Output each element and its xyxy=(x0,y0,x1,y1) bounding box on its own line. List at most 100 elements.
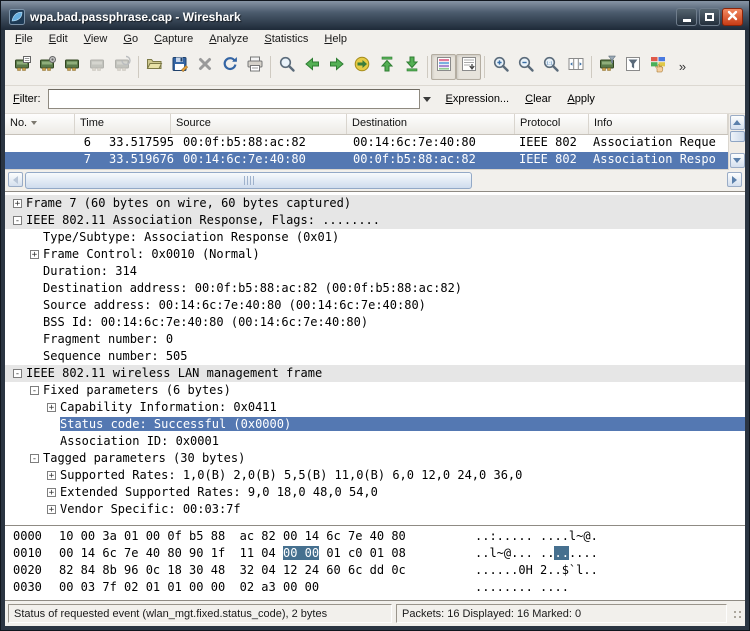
menu-analyze[interactable]: Analyze xyxy=(201,31,256,47)
clear-button[interactable]: Clear xyxy=(520,91,556,107)
find-packet-button[interactable] xyxy=(274,54,299,80)
menu-file[interactable]: File xyxy=(7,31,41,47)
tree-row[interactable]: +Capability Information: 0x0411 xyxy=(5,399,745,416)
column-header-source[interactable]: Source xyxy=(171,114,347,134)
tree-row[interactable]: Fragment number: 0 xyxy=(5,331,745,348)
expander-minus-icon[interactable]: - xyxy=(13,216,22,225)
tree-row[interactable]: -Tagged parameters (30 bytes) xyxy=(5,450,745,467)
column-header-no[interactable]: No. xyxy=(5,114,75,134)
tree-row[interactable]: +Extended Supported Rates: 9,0 18,0 48,0… xyxy=(5,484,745,501)
list-interfaces-button[interactable] xyxy=(10,54,35,80)
expander-plus-icon[interactable]: + xyxy=(47,505,56,514)
expander-plus-icon[interactable]: + xyxy=(13,199,22,208)
vertical-scroll-thumb[interactable] xyxy=(730,131,745,142)
column-header-time[interactable]: Time xyxy=(75,114,171,134)
capture-stop-button[interactable] xyxy=(85,54,110,80)
go-back-button[interactable] xyxy=(299,54,324,80)
capture-restart-button[interactable] xyxy=(110,54,135,80)
tree-row[interactable]: +Vendor Specific: 00:03:7f xyxy=(5,501,745,518)
menu-view[interactable]: View xyxy=(76,31,116,47)
filter-input[interactable] xyxy=(48,89,420,109)
close-button[interactable] xyxy=(722,8,743,26)
coloring-rules-button[interactable] xyxy=(645,54,670,80)
toolbar-overflow-button[interactable]: » xyxy=(670,54,695,80)
hex-row[interactable]: 003000 03 7f 02 01 01 00 00 02 a3 00 00.… xyxy=(13,580,745,597)
main-toolbar: 1:1 » xyxy=(5,49,745,86)
filter-button[interactable]: Filter: xyxy=(11,91,45,107)
tree-row[interactable]: +Frame Control: 0x0010 (Normal) xyxy=(5,246,745,263)
expander-plus-icon[interactable]: + xyxy=(47,488,56,497)
expander-minus-icon[interactable]: - xyxy=(13,369,22,378)
tree-row[interactable]: Sequence number: 505 xyxy=(5,348,745,365)
zoom-100-button[interactable]: 1:1 xyxy=(538,54,563,80)
open-file-button[interactable] xyxy=(142,54,167,80)
tree-row[interactable]: Destination address: 00:0f:b5:88:ac:82 (… xyxy=(5,280,745,297)
resize-columns-button[interactable] xyxy=(563,54,588,80)
hex-row[interactable]: 001000 14 6c 7e 40 80 90 1f 11 04 00 00 … xyxy=(13,546,745,563)
expander-plus-icon[interactable]: + xyxy=(47,403,56,412)
scroll-right-button[interactable] xyxy=(727,172,742,187)
expander-plus-icon[interactable]: + xyxy=(47,471,56,480)
tree-row[interactable]: -IEEE 802.11 Association Response, Flags… xyxy=(5,212,745,229)
tree-row[interactable]: Source address: 00:14:6c:7e:40:80 (00:14… xyxy=(5,297,745,314)
packet-row[interactable]: 633.51759500:0f:b5:88:ac:8200:14:6c:7e:4… xyxy=(5,135,728,152)
column-header-protocol[interactable]: Protocol xyxy=(515,114,589,134)
expander-minus-icon[interactable]: - xyxy=(30,454,39,463)
scroll-down-button[interactable] xyxy=(730,153,745,168)
packet-list-horizontal-scrollbar[interactable] xyxy=(5,170,745,191)
cell-source: 00:0f:b5:88:ac:82 xyxy=(183,135,306,149)
reload-button[interactable] xyxy=(217,54,242,80)
close-file-button[interactable] xyxy=(192,54,217,80)
open-folder-icon xyxy=(146,55,164,78)
tree-row[interactable]: +Supported Rates: 1,0(B) 2,0(B) 5,5(B) 1… xyxy=(5,467,745,484)
expander-minus-icon[interactable]: - xyxy=(30,386,39,395)
tree-row[interactable]: Type/Subtype: Association Response (0x01… xyxy=(5,229,745,246)
tree-row[interactable]: -Fixed parameters (6 bytes) xyxy=(5,382,745,399)
zoom-in-button[interactable] xyxy=(488,54,513,80)
apply-button[interactable]: Apply xyxy=(562,91,600,107)
menu-edit[interactable]: Edit xyxy=(41,31,76,47)
zoom-out-button[interactable] xyxy=(513,54,538,80)
expander-plus-icon[interactable]: + xyxy=(30,250,39,259)
maximize-button[interactable] xyxy=(699,8,720,26)
tree-row[interactable]: Association ID: 0x0001 xyxy=(5,433,745,450)
packet-row[interactable]: 733.51967600:14:6c:7e:40:8000:0f:b5:88:a… xyxy=(5,152,728,169)
column-label: No. xyxy=(10,117,27,129)
tree-row[interactable]: Status code: Successful (0x0000) xyxy=(5,416,745,433)
horizontal-scroll-thumb[interactable] xyxy=(25,172,472,189)
go-to-bottom-button[interactable] xyxy=(399,54,424,80)
minimize-button[interactable] xyxy=(676,8,697,26)
tree-row[interactable]: BSS Id: 00:14:6c:7e:40:80 (00:14:6c:7e:4… xyxy=(5,314,745,331)
packet-list-vertical-scrollbar[interactable] xyxy=(728,114,745,170)
go-to-packet-button[interactable] xyxy=(349,54,374,80)
go-forward-button[interactable] xyxy=(324,54,349,80)
column-header-info[interactable]: Info xyxy=(589,114,728,134)
colorize-toggle[interactable] xyxy=(431,54,456,80)
capture-options-button[interactable] xyxy=(35,54,60,80)
go-to-top-button[interactable] xyxy=(374,54,399,80)
filter-dropdown-button[interactable] xyxy=(420,89,435,109)
scroll-left-button[interactable] xyxy=(8,172,23,187)
save-as-button[interactable] xyxy=(167,54,192,80)
capture-start-button[interactable] xyxy=(60,54,85,80)
menu-go[interactable]: Go xyxy=(115,31,146,47)
resize-grip[interactable] xyxy=(731,608,743,620)
menu-capture[interactable]: Capture xyxy=(146,31,201,47)
close-icon xyxy=(727,8,738,26)
scroll-up-button[interactable] xyxy=(730,115,745,130)
titlebar[interactable]: wpa.bad.passphrase.cap - Wireshark xyxy=(1,1,749,30)
hex-row[interactable]: 000010 00 3a 01 00 0f b5 88 ac 82 00 14 … xyxy=(13,529,745,546)
print-button[interactable] xyxy=(242,54,267,80)
menu-help[interactable]: Help xyxy=(316,31,355,47)
column-header-destination[interactable]: Destination xyxy=(347,114,515,134)
display-filters-button[interactable] xyxy=(620,54,645,80)
hex-row[interactable]: 002082 84 8b 96 0c 18 30 48 32 04 12 24 … xyxy=(13,563,745,580)
column-label: Protocol xyxy=(520,117,560,129)
expression-button[interactable]: Expression... xyxy=(441,91,515,107)
tree-row[interactable]: -IEEE 802.11 wireless LAN management fra… xyxy=(5,365,745,382)
tree-row[interactable]: +Frame 7 (60 bytes on wire, 60 bytes cap… xyxy=(5,195,745,212)
tree-row[interactable]: Duration: 314 xyxy=(5,263,745,280)
capture-filters-button[interactable] xyxy=(595,54,620,80)
autoscroll-toggle[interactable] xyxy=(456,54,481,80)
menu-statistics[interactable]: Statistics xyxy=(256,31,316,47)
